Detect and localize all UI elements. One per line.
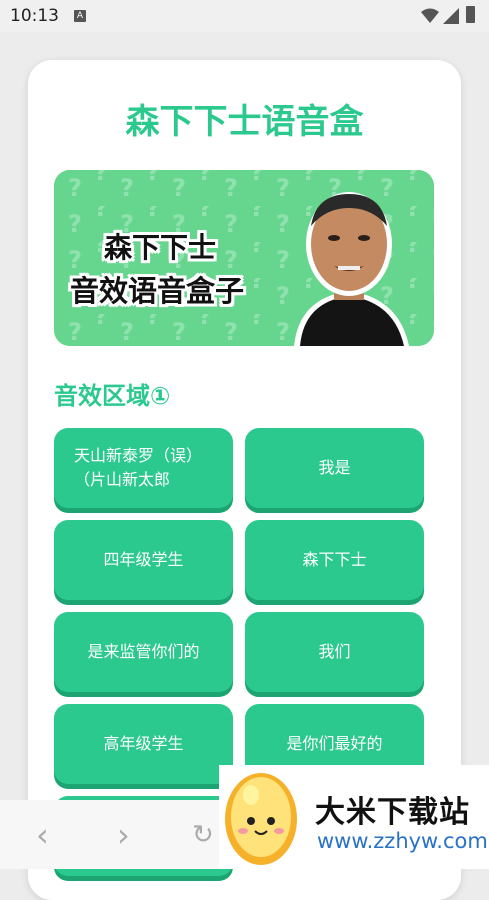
back-icon[interactable]: ‹ bbox=[36, 816, 49, 854]
sound-button-label: 四年级学生 bbox=[103, 550, 184, 569]
forward-icon[interactable]: › bbox=[117, 816, 130, 854]
sound-button[interactable]: 我是 bbox=[245, 428, 424, 508]
portrait-image bbox=[294, 192, 409, 346]
status-time: 10:13 bbox=[10, 6, 59, 26]
status-bar: 10:13 A bbox=[0, 0, 489, 32]
ad-site-name: 大米下载站 bbox=[315, 795, 470, 830]
sound-button[interactable]: 是来监管你们的 bbox=[54, 612, 233, 692]
battery-icon bbox=[466, 6, 475, 23]
sound-button-label: 是你们最好的 bbox=[286, 734, 383, 753]
sound-button-label: 天山新泰罗（误） （片山新太郎 bbox=[74, 446, 203, 489]
sound-button-label: 高年级学生 bbox=[103, 734, 184, 753]
sound-button-label: 森下下士 bbox=[302, 550, 367, 569]
sound-button-label: 是来监管你们的 bbox=[87, 642, 200, 661]
ad-site-url: www.zzhyw.com bbox=[317, 829, 488, 853]
sound-button[interactable]: 我们 bbox=[245, 612, 424, 692]
banner-line-2: 音效语音盒子 bbox=[70, 274, 245, 308]
banner-line-1: 森下下士 bbox=[104, 231, 217, 264]
sound-button[interactable]: 天山新泰罗（误） （片山新太郎 bbox=[54, 428, 233, 508]
notification-icon: A bbox=[74, 10, 86, 22]
signal-icon bbox=[443, 8, 459, 24]
sound-button[interactable]: 森下下士 bbox=[245, 520, 424, 600]
sound-button-label: 我们 bbox=[318, 642, 351, 661]
mascot-logo-icon bbox=[225, 773, 297, 865]
sound-button-label: 我是 bbox=[318, 458, 351, 477]
watermark-ad: 大米下载站 www.zzhyw.com bbox=[219, 765, 489, 869]
section-title: 音效区域① bbox=[54, 382, 171, 410]
banner-image: ? ? 森下下士 音效语音盒子 bbox=[54, 170, 434, 346]
sound-button[interactable]: 四年级学生 bbox=[54, 520, 233, 600]
app-title: 森下下士语音盒 bbox=[125, 102, 364, 142]
reload-icon[interactable]: ↻ bbox=[192, 820, 214, 850]
wifi-icon bbox=[421, 8, 439, 23]
sound-button[interactable]: 高年级学生 bbox=[54, 704, 233, 784]
